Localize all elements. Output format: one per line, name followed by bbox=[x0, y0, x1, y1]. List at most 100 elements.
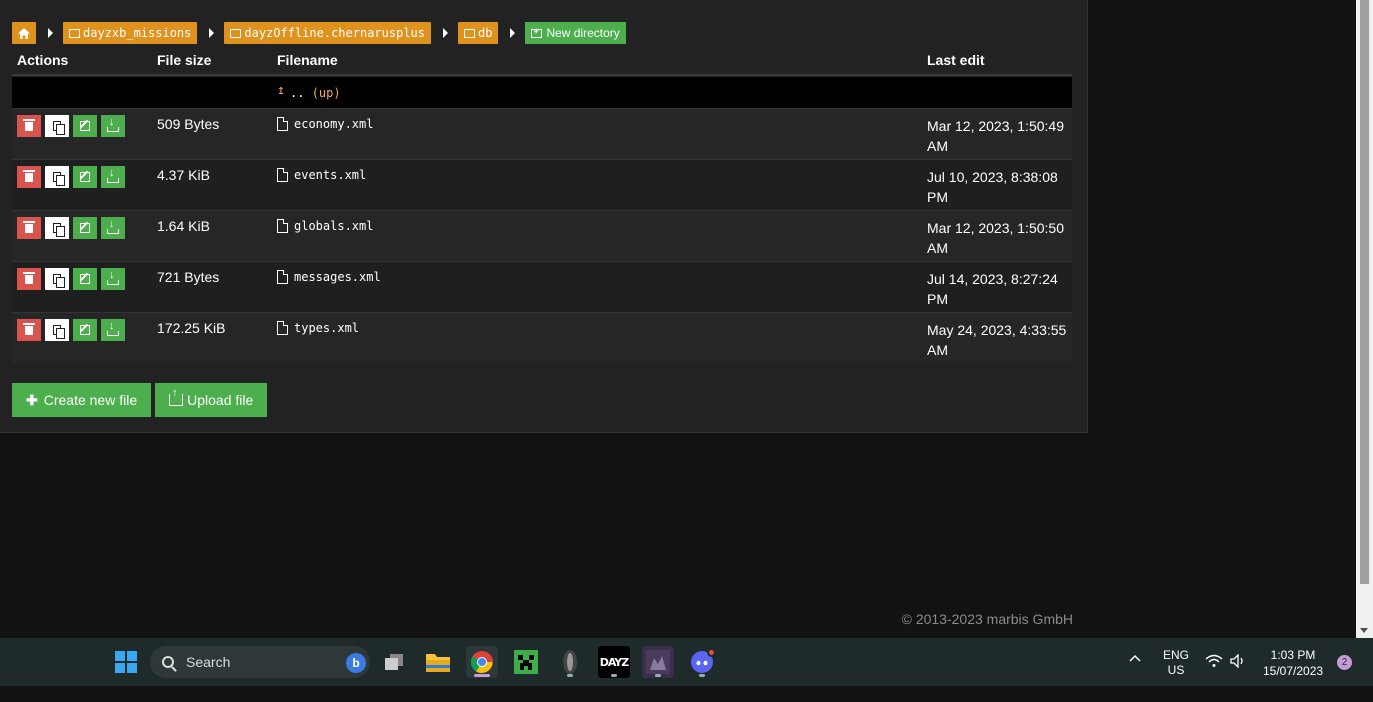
file-icon bbox=[277, 117, 288, 131]
parent-directory-link[interactable]: .. (up) bbox=[290, 86, 341, 100]
edit-button[interactable] bbox=[73, 166, 97, 188]
edit-button[interactable] bbox=[73, 217, 97, 239]
chrome-icon[interactable] bbox=[466, 646, 498, 678]
copy-button[interactable] bbox=[45, 268, 69, 290]
file-size: 172.25 KiB bbox=[157, 320, 226, 336]
file-size: 4.37 KiB bbox=[157, 167, 210, 183]
breadcrumb: dayzxb_missions dayzOffline.chernarusplu… bbox=[12, 22, 626, 44]
last-edit: Jul 14, 2023, 8:27:24 PM bbox=[927, 271, 1058, 307]
edit-icon bbox=[80, 274, 90, 284]
edit-button[interactable] bbox=[73, 319, 97, 341]
volume-icon[interactable] bbox=[1229, 653, 1247, 702]
show-hidden-icons-icon[interactable] bbox=[1128, 652, 1148, 672]
bing-icon[interactable]: b bbox=[346, 653, 366, 673]
delete-button[interactable] bbox=[17, 268, 41, 290]
new-folder-icon bbox=[531, 26, 543, 38]
header-file-size[interactable]: File size bbox=[157, 52, 211, 68]
game-launcher-icon[interactable] bbox=[642, 646, 674, 678]
table-row: 172.25 KiB types.xml May 24, 2023, 4:33:… bbox=[12, 312, 1072, 363]
download-button[interactable] bbox=[101, 217, 125, 239]
header-last-edit[interactable]: Last edit bbox=[927, 52, 985, 68]
copy-icon bbox=[53, 325, 65, 339]
home-icon bbox=[18, 27, 30, 39]
table-row: 4.37 KiB events.xml Jul 10, 2023, 8:38:0… bbox=[12, 159, 1072, 210]
file-size: 509 Bytes bbox=[157, 116, 220, 132]
file-link[interactable]: economy.xml bbox=[277, 117, 373, 131]
copy-icon bbox=[53, 172, 65, 186]
download-icon bbox=[107, 320, 119, 336]
header-filename[interactable]: Filename bbox=[277, 52, 338, 68]
delete-button[interactable] bbox=[17, 319, 41, 341]
scroll-down-icon[interactable] bbox=[1360, 628, 1368, 633]
download-icon bbox=[107, 269, 119, 285]
task-view-icon[interactable] bbox=[378, 646, 410, 678]
edit-button[interactable] bbox=[73, 268, 97, 290]
download-button[interactable] bbox=[101, 115, 125, 137]
delete-button[interactable] bbox=[17, 166, 41, 188]
wifi-icon[interactable] bbox=[1205, 654, 1223, 702]
upload-file-button[interactable]: Upload file bbox=[155, 383, 268, 417]
create-new-file-button[interactable]: ✚ Create new file bbox=[12, 383, 152, 417]
taskbar-search[interactable]: Search b bbox=[150, 646, 370, 678]
breadcrumb-separator-icon bbox=[48, 28, 53, 38]
dayz-icon[interactable]: DAYZ bbox=[598, 646, 630, 678]
copy-button[interactable] bbox=[45, 166, 69, 188]
edit-icon bbox=[80, 172, 90, 182]
copy-button[interactable] bbox=[45, 217, 69, 239]
edit-icon bbox=[80, 121, 90, 131]
download-icon bbox=[107, 218, 119, 234]
breadcrumb-separator-icon bbox=[443, 28, 448, 38]
page-scrollbar[interactable] bbox=[1356, 0, 1373, 638]
delete-button[interactable] bbox=[17, 217, 41, 239]
last-edit: Mar 12, 2023, 1:50:49 AM bbox=[927, 118, 1064, 154]
new-directory-button[interactable]: New directory bbox=[525, 22, 626, 44]
trash-icon bbox=[23, 118, 35, 131]
breadcrumb-item-db[interactable]: db bbox=[458, 22, 499, 44]
file-link[interactable]: globals.xml bbox=[277, 219, 373, 233]
edit-icon bbox=[80, 223, 90, 233]
download-icon bbox=[107, 167, 119, 183]
file-icon bbox=[277, 168, 288, 182]
breadcrumb-separator-icon bbox=[510, 28, 516, 38]
file-icon bbox=[277, 219, 288, 233]
copy-button[interactable] bbox=[45, 319, 69, 341]
scrollbar-thumb[interactable] bbox=[1360, 0, 1369, 584]
breadcrumb-home[interactable] bbox=[12, 22, 36, 44]
download-button[interactable] bbox=[101, 319, 125, 341]
plus-icon: ✚ bbox=[26, 391, 38, 408]
notification-count-badge[interactable]: 2 bbox=[1337, 655, 1352, 670]
file-link[interactable]: types.xml bbox=[277, 321, 359, 335]
language-indicator[interactable]: ENG US bbox=[1163, 648, 1189, 696]
start-button[interactable] bbox=[110, 646, 142, 678]
table-row: 509 Bytes economy.xml Mar 12, 2023, 1:50… bbox=[12, 108, 1072, 159]
breadcrumb-item-missions[interactable]: dayzxb_missions bbox=[63, 22, 198, 44]
download-button[interactable] bbox=[101, 268, 125, 290]
breadcrumb-item-chernarus[interactable]: dayzOffline.chernarusplus bbox=[224, 22, 431, 44]
discord-icon[interactable] bbox=[686, 646, 718, 678]
edit-button[interactable] bbox=[73, 115, 97, 137]
clock[interactable]: 1:03 PM 15/07/2023 bbox=[1263, 647, 1323, 695]
file-explorer-icon[interactable] bbox=[422, 646, 454, 678]
search-icon bbox=[162, 656, 174, 668]
minecraft-icon[interactable] bbox=[510, 646, 542, 678]
file-link[interactable]: messages.xml bbox=[277, 270, 381, 284]
last-edit: Mar 12, 2023, 1:50:50 AM bbox=[927, 220, 1064, 256]
delete-button[interactable] bbox=[17, 115, 41, 137]
table-row: 721 Bytes messages.xml Jul 14, 2023, 8:2… bbox=[12, 261, 1072, 312]
download-button[interactable] bbox=[101, 166, 125, 188]
file-icon bbox=[277, 321, 288, 335]
app-icon[interactable] bbox=[554, 646, 586, 678]
breadcrumb-separator-icon bbox=[209, 28, 215, 38]
parent-directory-row[interactable]: ↥ .. (up) bbox=[12, 77, 1072, 108]
file-link[interactable]: events.xml bbox=[277, 168, 366, 182]
table-row: 1.64 KiB globals.xml Mar 12, 2023, 1:50:… bbox=[12, 210, 1072, 261]
trash-icon bbox=[23, 271, 35, 284]
copy-button[interactable] bbox=[45, 115, 69, 137]
file-size: 721 Bytes bbox=[157, 269, 220, 285]
download-icon bbox=[107, 116, 119, 132]
folder-icon bbox=[69, 28, 80, 38]
copy-icon bbox=[53, 274, 65, 288]
folder-icon bbox=[464, 28, 475, 38]
file-size: 1.64 KiB bbox=[157, 218, 210, 234]
file-manager-panel: dayzxb_missions dayzOffline.chernarusplu… bbox=[0, 0, 1088, 433]
